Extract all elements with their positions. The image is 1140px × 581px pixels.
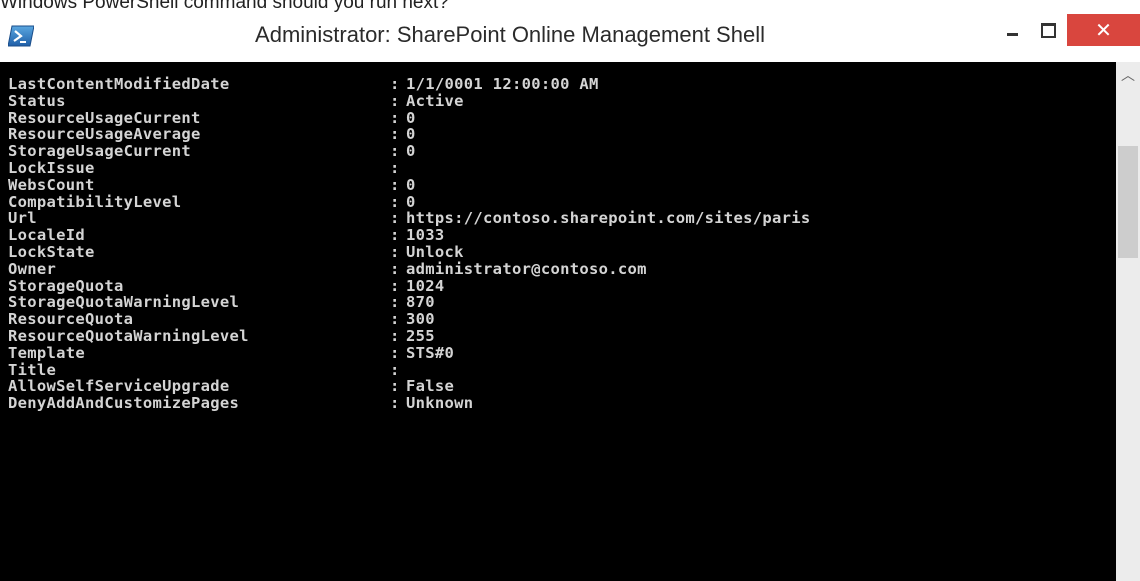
property-name: Owner [8,259,57,278]
property-name: ResourceQuotaWarningLevel [8,327,249,345]
page-caption: Windows PowerShell command should you ru… [0,0,449,13]
property-value: 1033 [406,226,445,245]
close-icon: ✕ [1095,18,1112,42]
property-value: 0 [406,175,416,194]
property-separator: : [390,75,400,93]
window-title: Administrator: SharePoint Online Managem… [255,22,765,47]
property-separator: : [390,192,400,211]
minimize-icon [1007,33,1018,36]
property-name: Title [8,360,57,379]
console-row: Template: STS#0 [8,345,454,361]
console-row: StorageQuotaWarningLevel:870 [8,294,435,310]
property-value: 255 [406,327,435,345]
property-value: False [406,377,455,396]
console-row: LockState: Unlock [8,244,464,260]
console-row: StorageUsageCurrent:0 [8,143,416,159]
property-name: LastContentModifiedDate [8,75,230,93]
console-output[interactable]: LastContentModifiedDate:1/1/0001 12:00:0… [0,62,1116,581]
property-name: LockIssue [8,159,95,177]
maximize-button[interactable] [1031,14,1065,48]
property-value: STS#0 [406,343,455,362]
property-value: 870 [406,293,435,312]
property-value: 0 [406,192,416,211]
property-name: Url [8,209,37,228]
property-name: CompatibilityLevel [8,192,182,211]
console-row: LastContentModifiedDate:1/1/0001 12:00:0… [8,76,599,92]
property-name: WebsCount [8,175,95,194]
property-value: https://contoso.sharepoint.com/sites/par… [406,209,811,228]
property-name: LocaleId [8,226,86,245]
property-separator: : [390,108,400,127]
console-row: ResourceUsageAverage:0 [8,126,416,142]
property-name: ResourceUsageAverage [8,125,201,144]
property-separator: : [390,243,400,261]
console-row: LockIssue: [8,160,406,176]
property-value: 0 [406,142,416,161]
property-separator: : [390,259,400,278]
property-separator: : [390,175,400,194]
property-name: AllowSelfServiceUpgrade [8,377,230,396]
console-row: Owner: administrator@contoso.com [8,261,647,277]
property-separator: : [390,142,400,161]
property-separator: : [390,125,400,144]
property-separator: : [390,310,400,329]
console-row: WebsCount:0 [8,177,416,193]
property-separator: : [390,377,400,396]
property-name: LockState [8,243,95,261]
console-row: Url: https://contoso.sharepoint.com/sites… [8,210,811,226]
minimize-button[interactable] [995,14,1031,48]
property-separator: : [390,91,400,110]
property-value: Unlock [406,243,464,261]
console-row: CompatibilityLevel:0 [8,194,416,210]
property-separator: : [390,276,400,295]
scroll-up-arrow-icon[interactable]: ︿ [1116,62,1140,86]
property-name: DenyAddAndCustomizePages [8,394,240,413]
property-separator: : [390,226,400,245]
property-value: 0 [406,108,416,127]
scroll-thumb[interactable] [1118,146,1138,258]
property-value: 1024 [406,276,445,295]
console-row: Title: [8,362,406,378]
title-bar[interactable]: Administrator: SharePoint Online Managem… [0,14,1140,62]
property-separator: : [390,327,400,345]
property-value: Active [406,91,464,110]
close-button[interactable]: ✕ [1067,14,1140,46]
property-value: Unknown [406,394,474,413]
maximize-icon [1041,23,1056,38]
property-separator: : [390,343,400,362]
console-row: ResourceUsageCurrent:0 [8,110,416,126]
property-name: StorageUsageCurrent [8,142,192,161]
console-row: DenyAddAndCustomizePages: Unknown [8,395,473,411]
property-name: StorageQuota [8,276,124,295]
property-value: 1/1/0001 12:00:00 AM [406,75,599,93]
property-name: ResourceUsageCurrent [8,108,201,127]
property-value: 300 [406,310,435,329]
console-row: ResourceQuotaWarningLevel:255 [8,328,435,344]
console-row: Status: Active [8,93,464,109]
console-row: LocaleId:1033 [8,227,445,243]
property-separator: : [390,159,400,177]
powershell-window: Administrator: SharePoint Online Managem… [0,14,1140,581]
vertical-scrollbar[interactable]: ︿ [1116,62,1140,581]
property-name: Status [8,91,66,110]
property-name: Template [8,343,86,362]
console-row: StorageQuota:1024 [8,278,445,294]
console-row: AllowSelfServiceUpgrade: False [8,378,454,394]
property-separator: : [390,394,400,413]
property-separator: : [390,293,400,312]
property-name: ResourceQuota [8,310,134,329]
console-row: ResourceQuota:300 [8,311,435,327]
property-value: 0 [406,125,416,144]
property-name: StorageQuotaWarningLevel [8,293,240,312]
property-separator: : [390,360,400,379]
property-separator: : [390,209,400,228]
property-value: administrator@contoso.com [406,259,647,278]
